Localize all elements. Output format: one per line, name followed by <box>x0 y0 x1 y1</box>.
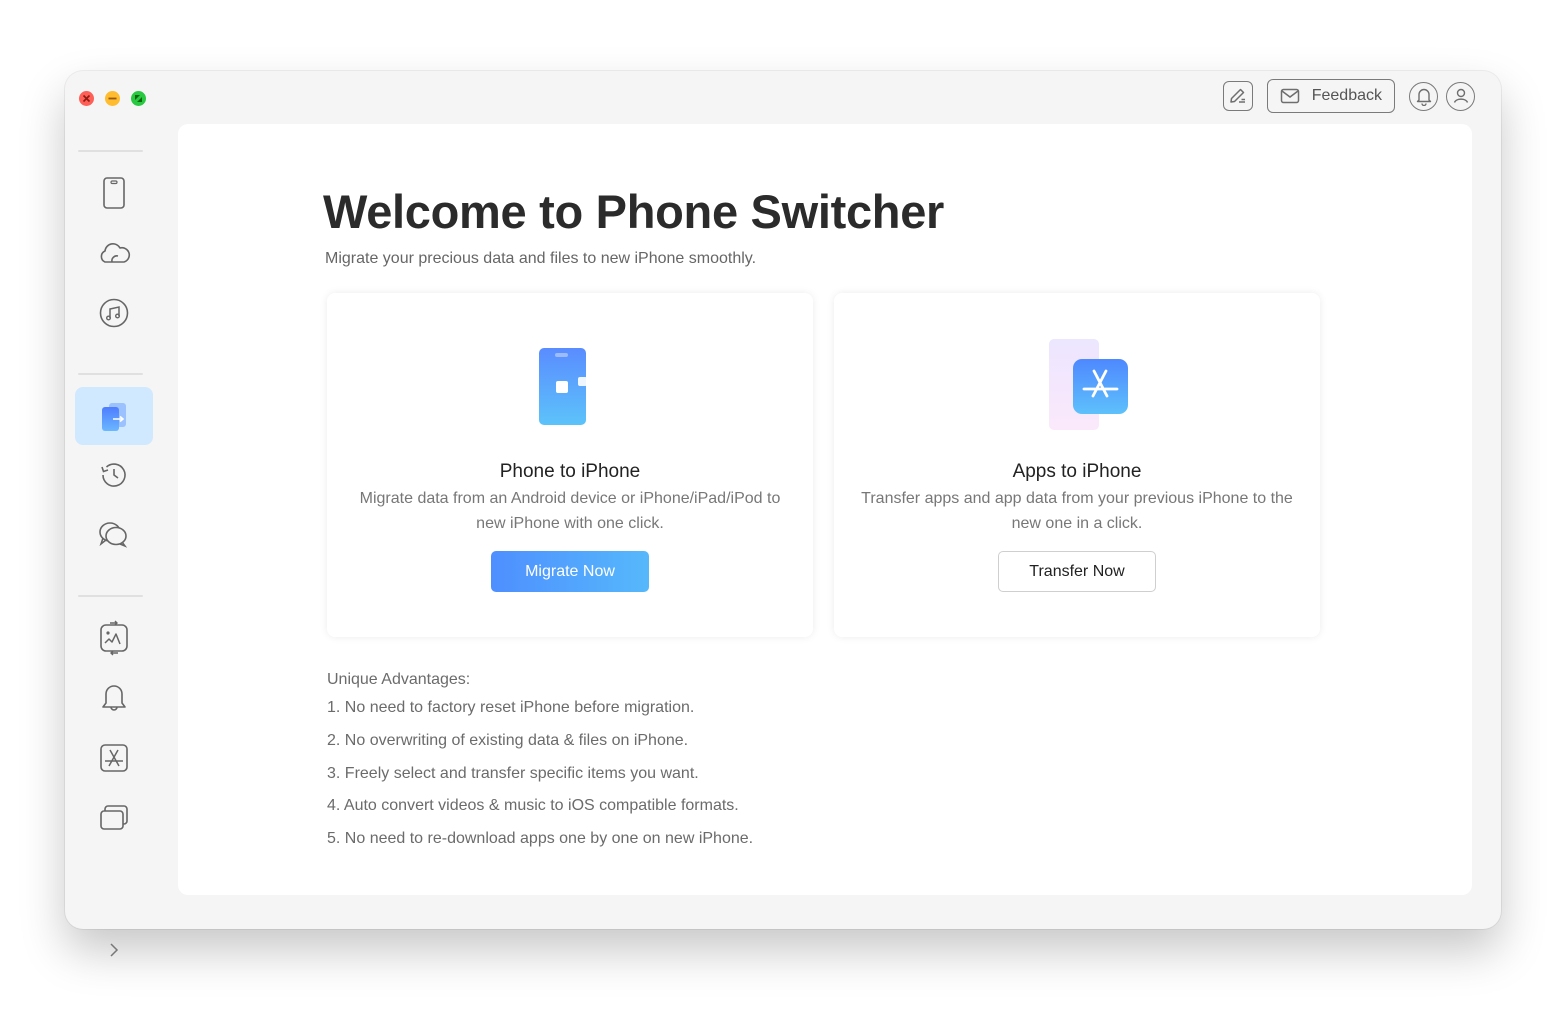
migrate-now-button[interactable]: Migrate Now <box>491 551 649 592</box>
app-store-icon <box>100 744 128 772</box>
bell-icon <box>102 685 126 711</box>
phone-switch-icon <box>102 403 126 431</box>
windows-stack-icon <box>100 805 128 830</box>
sidebar-item-photo-transfer[interactable] <box>75 609 153 667</box>
edit-note-icon <box>1229 88 1245 103</box>
mail-icon <box>1280 88 1299 104</box>
feedback-label: Feedback <box>1311 87 1382 104</box>
maximize-window-button[interactable] <box>131 91 146 106</box>
sidebar-item-music[interactable] <box>75 284 153 342</box>
sidebar-item-icloud[interactable] <box>75 224 153 282</box>
card-title: Phone to iPhone <box>499 461 641 482</box>
chat-bubbles-icon <box>99 522 128 548</box>
feedback-button[interactable]: Feedback <box>1266 79 1395 113</box>
top-toolbar: Feedback <box>1222 79 1475 113</box>
bell-icon <box>1416 88 1431 106</box>
sidebar-item-phone-switcher[interactable] <box>75 387 153 445</box>
edit-button[interactable] <box>1222 81 1253 111</box>
card-description: Migrate data from an Android device or i… <box>359 490 781 532</box>
app-store-icon <box>1049 339 1128 430</box>
sidebar-item-device-manager[interactable] <box>75 164 153 222</box>
sidebar-item-messages[interactable] <box>75 506 153 564</box>
sidebar <box>65 123 178 957</box>
phone-icon <box>103 177 125 209</box>
sidebar-divider <box>78 150 143 152</box>
minimize-window-button[interactable] <box>105 91 120 106</box>
page-subtitle: Migrate your precious data and files to … <box>325 250 757 267</box>
sidebar-divider <box>78 373 143 375</box>
history-icon <box>101 463 126 487</box>
close-window-button[interactable] <box>79 91 94 106</box>
chevron-right-icon <box>110 943 119 957</box>
sidebar-divider <box>78 595 143 597</box>
advantages-section: Unique Advantages: 1. No need to factory… <box>327 671 753 862</box>
transfer-now-button[interactable]: Transfer Now <box>998 551 1156 592</box>
advantage-item: 3. Freely select and transfer specific i… <box>327 764 699 782</box>
advantage-item: 1. No need to factory reset iPhone befor… <box>327 699 695 716</box>
sidebar-item-app-manager[interactable] <box>75 729 153 787</box>
sidebar-item-screen-mirror[interactable] <box>75 789 153 847</box>
account-button[interactable] <box>1446 81 1475 111</box>
advantage-item: 2. No overwriting of existing data & fil… <box>327 731 689 749</box>
advantages-heading: Unique Advantages: <box>327 671 471 688</box>
main-content: Welcome to Phone Switcher Migrate your p… <box>178 124 1472 895</box>
window-controls <box>79 91 146 106</box>
sidebar-item-history[interactable] <box>75 446 153 504</box>
phone-transfer-icon <box>539 348 587 425</box>
apps-to-iphone-card: Apps to iPhone Transfer apps and app dat… <box>834 293 1320 637</box>
card-description: Transfer apps and app data from your pre… <box>861 490 1293 532</box>
advantages-list: 1. No need to factory reset iPhone befor… <box>327 698 753 862</box>
music-icon <box>99 298 129 328</box>
phone-to-iphone-card: Phone to iPhone Migrate data from an And… <box>327 293 813 637</box>
card-title: Apps to iPhone <box>1012 461 1142 482</box>
minimize-icon <box>108 97 117 100</box>
cloud-icon <box>100 243 131 263</box>
fullscreen-icon <box>135 95 142 102</box>
expand-sidebar-button[interactable] <box>105 941 123 959</box>
sidebar-item-ringtone[interactable] <box>75 669 153 727</box>
user-icon <box>1453 88 1468 103</box>
advantage-item: 5. No need to re-download apps one by on… <box>327 830 754 848</box>
notifications-button[interactable] <box>1409 81 1438 111</box>
page-title: Welcome to Phone Switcher <box>323 185 945 238</box>
close-icon <box>82 94 91 103</box>
app-window: Feedback Welcome to Phone Switcher Migra… <box>65 71 1501 957</box>
advantage-item: 4. Auto convert videos & music to iOS co… <box>327 797 739 815</box>
photo-sync-icon <box>100 620 128 656</box>
